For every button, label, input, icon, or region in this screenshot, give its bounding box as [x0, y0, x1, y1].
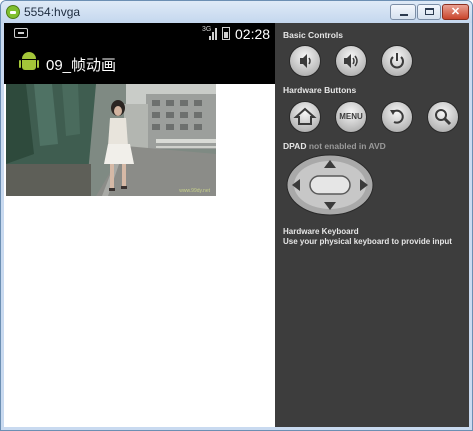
- signal-icon: 3G: [202, 26, 217, 40]
- search-icon: [435, 109, 452, 126]
- status-bar: 3G 02:28: [4, 23, 275, 44]
- emulator-app-icon: [6, 5, 20, 19]
- street-photo: [6, 84, 216, 196]
- emulator-window: 5554:hvga ✕ 3G 02:28 09_帧动画 www.99dy.net…: [0, 0, 473, 431]
- close-icon: ✕: [450, 6, 461, 18]
- back-button[interactable]: [381, 101, 413, 133]
- volume-down-icon: [300, 54, 311, 68]
- minimize-icon: [400, 14, 408, 16]
- dpad-note: not enabled in AVD: [308, 141, 386, 151]
- home-icon: [293, 107, 317, 125]
- keyboard-label: Hardware Keyboard: [283, 227, 359, 236]
- power-button[interactable]: [381, 45, 413, 77]
- action-bar: 09_帧动画: [4, 44, 275, 84]
- home-button[interactable]: [289, 101, 321, 133]
- menu-button[interactable]: MENU: [335, 101, 367, 133]
- volume-down-button[interactable]: [289, 45, 321, 77]
- dpad-label: DPAD not enabled in AVD: [283, 141, 386, 151]
- animation-image-view: www.99dy.net: [6, 84, 216, 196]
- maximize-button[interactable]: [417, 4, 441, 20]
- status-clock: 02:28: [235, 26, 271, 42]
- window-content: 3G 02:28 09_帧动画 www.99dy.net Basic Contr…: [4, 23, 469, 427]
- battery-icon: [222, 27, 230, 40]
- hardware-buttons-label: Hardware Buttons: [283, 85, 357, 95]
- back-icon: [390, 109, 404, 124]
- power-icon: [390, 53, 404, 69]
- dpad[interactable]: [286, 154, 374, 216]
- dpad-title: DPAD: [283, 141, 307, 151]
- app-title: 09_帧动画: [46, 57, 117, 74]
- android-icon: [19, 52, 39, 74]
- network-type-label: 3G: [202, 26, 212, 33]
- minimize-button[interactable]: [390, 4, 416, 20]
- menu-button-label: MENU: [339, 112, 363, 121]
- volume-up-icon: [344, 54, 358, 68]
- basic-controls-label: Basic Controls: [283, 30, 343, 40]
- search-button[interactable]: [427, 101, 459, 133]
- photo-watermark: www.99dy.net: [179, 188, 210, 194]
- dpad-center: [309, 175, 351, 195]
- notification-icon: [14, 28, 28, 38]
- close-button[interactable]: ✕: [442, 4, 469, 20]
- keyboard-hint: Use your physical keyboard to provide in…: [283, 237, 452, 246]
- control-panel: Basic Controls Hardware Buttons MENU DPA…: [275, 23, 469, 427]
- title-bar: 5554:hvga ✕: [1, 1, 472, 23]
- volume-up-button[interactable]: [335, 45, 367, 77]
- maximize-icon: [425, 8, 434, 15]
- window-title: 5554:hvga: [24, 5, 81, 19]
